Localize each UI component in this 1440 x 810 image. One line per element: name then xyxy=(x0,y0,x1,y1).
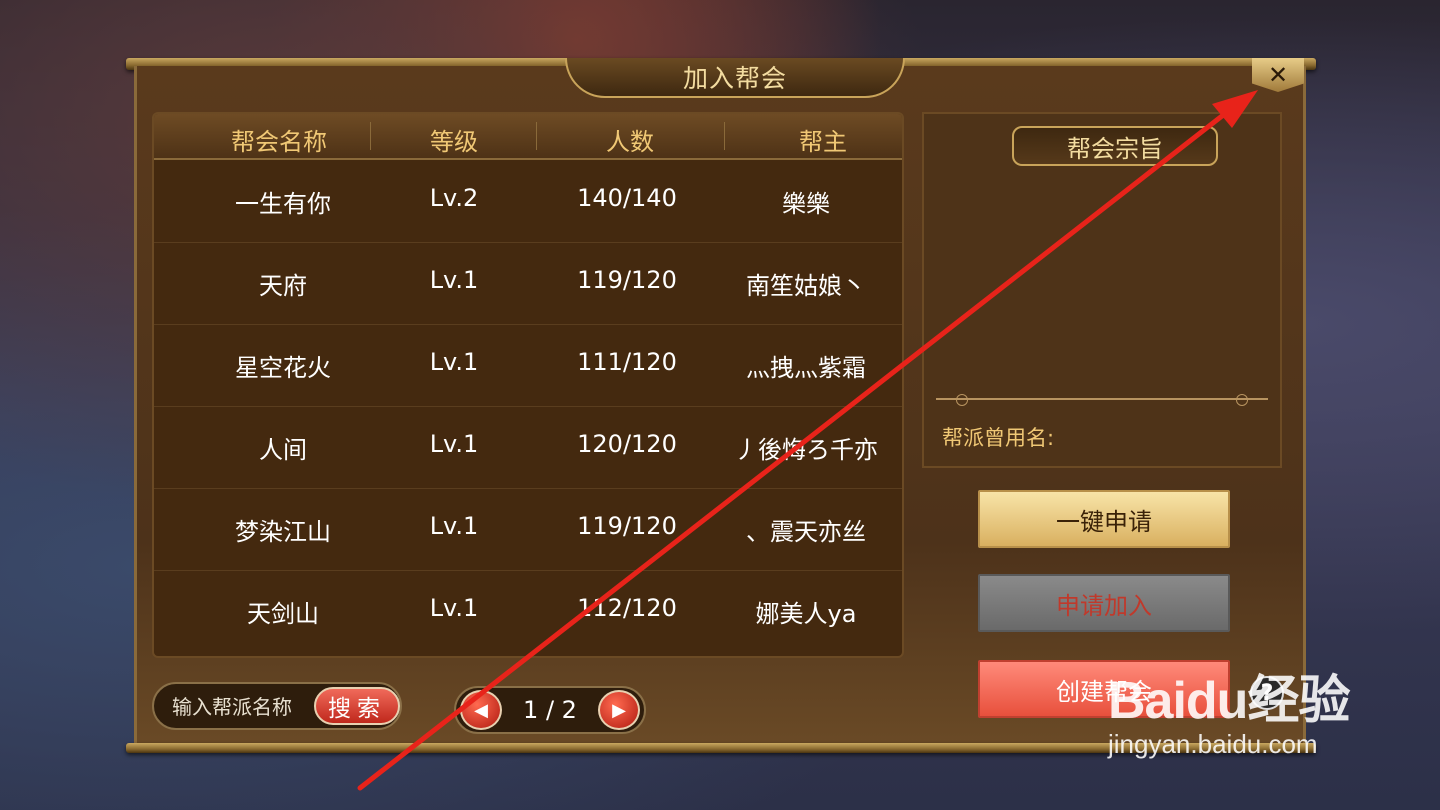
guild-name: 梦染江山 xyxy=(235,518,331,546)
ornament-divider xyxy=(936,394,1268,406)
table-row[interactable]: 梦染江山 Lv.1 119/120 、震天亦丝 xyxy=(154,488,902,571)
guild-name: 天府 xyxy=(259,272,307,300)
baidu-jingyan-watermark: Baidu经验 jingyan.baidu.com xyxy=(1108,658,1350,760)
guild-name: 天剑山 xyxy=(247,600,319,628)
chevron-left-icon: ◀ xyxy=(474,699,488,721)
header-divider xyxy=(370,122,371,150)
guild-table: 帮会名称 等级 人数 帮主 一生有你 Lv.2 140/140 樂樂 天府 Lv… xyxy=(152,112,904,658)
former-name-label: 帮派曾用名: xyxy=(942,426,1055,450)
watermark-logo: Baidu经验 xyxy=(1108,672,1350,730)
guild-members: 119/120 xyxy=(577,512,677,540)
guild-members: 111/120 xyxy=(577,348,677,376)
guild-leader: 娜美人ya xyxy=(755,600,857,628)
dialog-title: 加入帮会 xyxy=(682,64,787,93)
table-row[interactable]: 天剑山 Lv.1 112/120 娜美人ya xyxy=(154,570,902,652)
guild-level: Lv.1 xyxy=(429,430,479,458)
guild-members: 112/120 xyxy=(577,594,677,622)
guild-level: Lv.1 xyxy=(429,266,479,294)
table-header: 帮会名称 等级 人数 帮主 xyxy=(154,114,902,160)
guild-members: 140/140 xyxy=(577,184,677,212)
close-icon: ✕ xyxy=(1267,61,1289,89)
table-row[interactable]: 一生有你 Lv.2 140/140 樂樂 xyxy=(154,160,902,243)
pagination: ◀ 1 / 2 ▶ xyxy=(454,686,646,734)
one-click-apply-button[interactable]: 一键申请 xyxy=(978,490,1230,548)
chevron-right-icon: ▶ xyxy=(612,699,626,721)
guild-members: 119/120 xyxy=(577,266,677,294)
guild-search-input[interactable] xyxy=(170,694,314,720)
prev-page-button[interactable]: ◀ xyxy=(460,690,502,730)
guild-leader: 南笙姑娘丶 xyxy=(746,272,866,300)
guild-leader: 灬拽灬紫霜 xyxy=(746,354,866,382)
header-divider xyxy=(724,122,725,150)
col-header-level: 等级 xyxy=(430,128,478,156)
guild-name: 星空花火 xyxy=(235,354,331,382)
watermark-url: jingyan.baidu.com xyxy=(1108,729,1318,759)
search-button[interactable]: 搜索 xyxy=(314,687,400,725)
guild-purpose-header: 帮会宗旨 xyxy=(1012,126,1218,166)
header-divider xyxy=(536,122,537,150)
dialog-title-plate: 加入帮会 xyxy=(565,58,905,98)
guild-leader: 丿後悔ろ千亦 xyxy=(734,436,878,464)
guild-name: 人间 xyxy=(259,436,307,464)
guild-level: Lv.1 xyxy=(429,348,479,376)
next-page-button[interactable]: ▶ xyxy=(598,690,640,730)
col-header-name: 帮会名称 xyxy=(231,128,327,156)
guild-members: 120/120 xyxy=(577,430,677,458)
guild-leader: 樂樂 xyxy=(782,190,830,218)
col-header-leader: 帮主 xyxy=(799,128,847,156)
guild-purpose-title: 帮会宗旨 xyxy=(1067,134,1163,163)
page-indicator: 1 / 2 xyxy=(523,696,577,724)
table-row[interactable]: 人间 Lv.1 120/120 丿後悔ろ千亦 xyxy=(154,406,902,489)
table-row[interactable]: 天府 Lv.1 119/120 南笙姑娘丶 xyxy=(154,242,902,325)
table-row[interactable]: 星空花火 Lv.1 111/120 灬拽灬紫霜 xyxy=(154,324,902,407)
guild-level: Lv.1 xyxy=(429,594,479,622)
col-header-members: 人数 xyxy=(606,128,654,156)
guild-leader: 、震天亦丝 xyxy=(746,518,866,546)
apply-join-button[interactable]: 申请加入 xyxy=(978,574,1230,632)
guild-name: 一生有你 xyxy=(235,190,331,218)
guild-level: Lv.2 xyxy=(429,184,479,212)
guild-level: Lv.1 xyxy=(429,512,479,540)
guild-search: 搜索 xyxy=(152,682,402,730)
